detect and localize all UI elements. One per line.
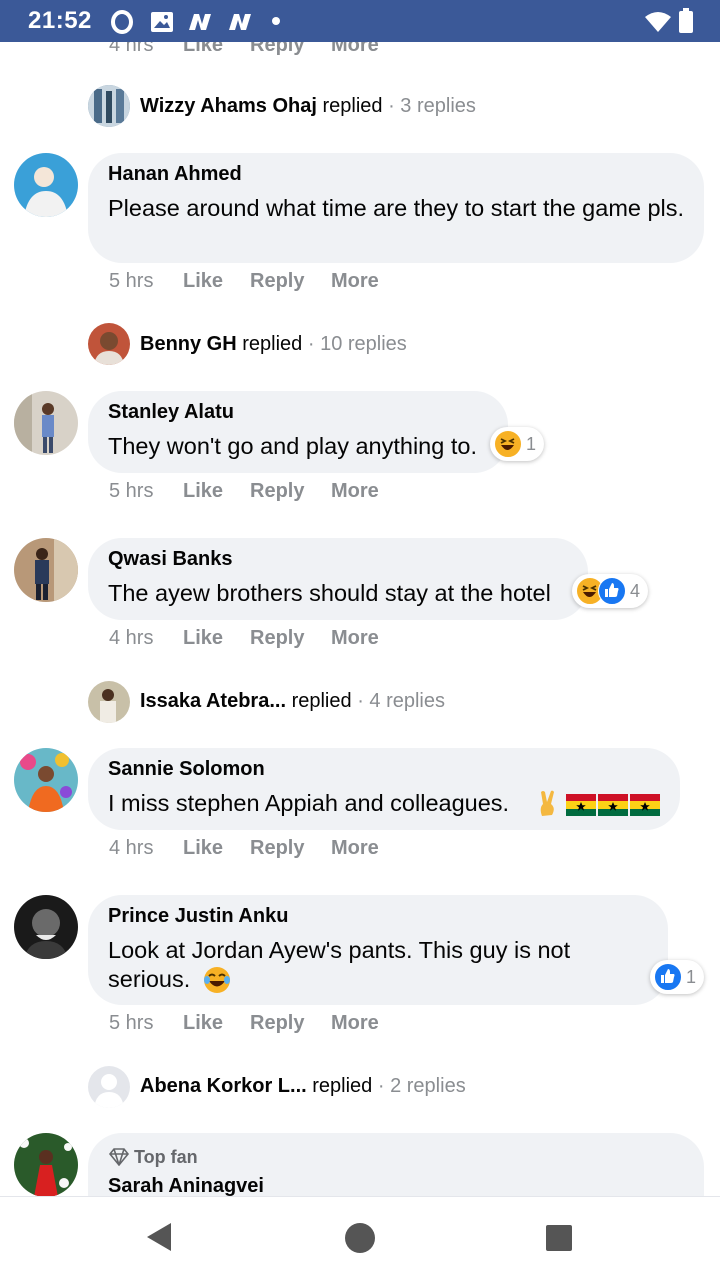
reply-button[interactable]: Reply bbox=[250, 1012, 304, 1035]
top-fan-badge: Top fan bbox=[108, 1147, 198, 1168]
opera-icon bbox=[111, 10, 133, 34]
reply-button[interactable]: Reply bbox=[250, 837, 304, 860]
comment-time: 4 hrs bbox=[109, 627, 154, 649]
comment-author[interactable]: Sannie Solomon bbox=[108, 758, 265, 781]
avatar[interactable] bbox=[14, 748, 78, 812]
more-button[interactable]: More bbox=[331, 627, 379, 650]
comment-text: I miss stephen Appiah and colleagues. bbox=[108, 790, 510, 816]
like-button[interactable]: Like bbox=[183, 42, 223, 57]
comment-bubble: Qwasi Banks The ayew brothers should sta… bbox=[88, 538, 588, 620]
reply-button[interactable]: Reply bbox=[250, 42, 304, 57]
joy-emoji-icon bbox=[204, 967, 230, 993]
reactions-pill[interactable]: 1 bbox=[650, 960, 705, 994]
like-button[interactable]: Like bbox=[183, 627, 223, 650]
comment-text: The ayew brothers should stay at the hot… bbox=[108, 580, 551, 606]
reply-count: · 2 replies bbox=[377, 1075, 466, 1097]
diamond-icon bbox=[108, 1148, 130, 1167]
reply-verb: replied bbox=[291, 690, 352, 712]
battery-icon bbox=[679, 8, 693, 33]
comment-bubble: Prince Justin Anku Look at Jordan Ayew's… bbox=[88, 895, 668, 1005]
reply-button[interactable]: Reply bbox=[250, 627, 304, 650]
avatar[interactable] bbox=[14, 153, 78, 217]
reply-verb: replied bbox=[322, 95, 383, 117]
comment-text: They won't go and play anything to. bbox=[108, 433, 477, 459]
more-button[interactable]: More bbox=[331, 1012, 379, 1035]
reply-button[interactable]: Reply bbox=[250, 480, 304, 503]
more-button[interactable]: More bbox=[331, 270, 379, 293]
like-button[interactable]: Like bbox=[183, 270, 223, 293]
comment-author[interactable]: Prince Justin Anku bbox=[108, 905, 288, 928]
back-icon[interactable] bbox=[144, 1221, 174, 1253]
like-button[interactable]: Like bbox=[183, 1012, 223, 1035]
avatar[interactable] bbox=[88, 681, 130, 723]
like-reaction-icon bbox=[654, 963, 682, 991]
more-button[interactable]: More bbox=[331, 480, 379, 503]
nn-app-icon bbox=[189, 14, 211, 30]
avatar[interactable] bbox=[14, 538, 78, 602]
comment-time: 4 hrs bbox=[109, 837, 154, 859]
comment-text: Look at Jordan Ayew's pants. This guy is… bbox=[108, 937, 571, 992]
avatar[interactable] bbox=[14, 895, 78, 959]
comment-time: 5 hrs bbox=[109, 270, 154, 292]
ghana-flag-icon bbox=[598, 794, 628, 816]
more-button[interactable]: More bbox=[331, 42, 379, 57]
comment-bubble: Sannie Solomon I miss stephen Appiah and… bbox=[88, 748, 680, 830]
reply-count: · 3 replies bbox=[388, 95, 476, 117]
comment-bubble: Top fan Sarah Aninagvei bbox=[88, 1133, 704, 1196]
avatar[interactable] bbox=[14, 1133, 78, 1196]
reply-button[interactable]: Reply bbox=[250, 270, 304, 293]
comment-author[interactable]: Hanan Ahmed bbox=[108, 163, 242, 186]
status-time: 21:52 bbox=[28, 7, 92, 34]
default-avatar-icon[interactable] bbox=[88, 1066, 130, 1108]
reactions-pill[interactable]: 1 bbox=[490, 427, 545, 461]
reply-count: · 4 replies bbox=[357, 690, 445, 712]
comment-author[interactable]: Stanley Alatu bbox=[108, 401, 234, 424]
avatar[interactable] bbox=[88, 323, 130, 365]
reactions-pill[interactable]: 4 bbox=[572, 574, 649, 608]
comment-author[interactable]: Sarah Aninagvei bbox=[108, 1175, 264, 1196]
ghana-flag-icon bbox=[630, 794, 660, 816]
comment-bubble: Hanan Ahmed Please around what time are … bbox=[88, 153, 704, 263]
recents-icon[interactable] bbox=[544, 1223, 574, 1253]
gallery-icon bbox=[151, 12, 173, 32]
avatar[interactable] bbox=[88, 85, 130, 127]
view-replies-row[interactable]: Wizzy Ahams Ohaj replied · 3 replies bbox=[140, 95, 476, 118]
view-replies-row[interactable]: Issaka Atebra... replied · 4 replies bbox=[140, 690, 445, 713]
reply-author: Issaka Atebra... bbox=[140, 690, 287, 712]
comment-time: 4 hrs bbox=[109, 42, 154, 56]
view-replies-row[interactable]: Benny GH replied · 10 replies bbox=[140, 333, 407, 356]
like-button[interactable]: Like bbox=[183, 480, 223, 503]
notification-dot-icon bbox=[272, 17, 280, 25]
reaction-count: 4 bbox=[630, 580, 641, 601]
reply-verb: replied bbox=[242, 333, 303, 355]
reply-verb: replied bbox=[312, 1075, 373, 1097]
home-icon[interactable] bbox=[343, 1221, 377, 1255]
reaction-count: 1 bbox=[526, 433, 537, 454]
comment-author[interactable]: Qwasi Banks bbox=[108, 548, 233, 571]
comments-feed[interactable]: 4 hrs Like Reply More Wizzy Ahams Ohaj r… bbox=[0, 42, 720, 1196]
reply-author: Wizzy Ahams Ohaj bbox=[140, 95, 317, 117]
haha-reaction-icon bbox=[494, 430, 522, 458]
reaction-count: 1 bbox=[686, 966, 697, 987]
reply-author: Abena Korkor L... bbox=[140, 1075, 307, 1097]
badge-label: Top fan bbox=[134, 1147, 198, 1167]
victory-hand-icon bbox=[540, 790, 554, 816]
reply-count: · 10 replies bbox=[307, 333, 407, 355]
comment-text: Please around what time are they to star… bbox=[108, 195, 685, 221]
status-bar: 21:52 bbox=[0, 0, 720, 42]
reply-author: Benny GH bbox=[140, 333, 237, 355]
like-button[interactable]: Like bbox=[183, 837, 223, 860]
comment-bubble: Stanley Alatu They won't go and play any… bbox=[88, 391, 508, 473]
comment-time: 5 hrs bbox=[109, 480, 154, 502]
like-reaction-icon bbox=[598, 577, 626, 605]
comment-time: 5 hrs bbox=[109, 1012, 154, 1034]
navigation-bar bbox=[0, 1196, 720, 1280]
ghana-flag-icon bbox=[566, 794, 596, 816]
more-button[interactable]: More bbox=[331, 837, 379, 860]
nn-app-icon-2 bbox=[229, 14, 251, 30]
view-replies-row[interactable]: Abena Korkor L... replied · 2 replies bbox=[140, 1075, 466, 1098]
wifi-icon bbox=[645, 12, 671, 32]
avatar[interactable] bbox=[14, 391, 78, 455]
